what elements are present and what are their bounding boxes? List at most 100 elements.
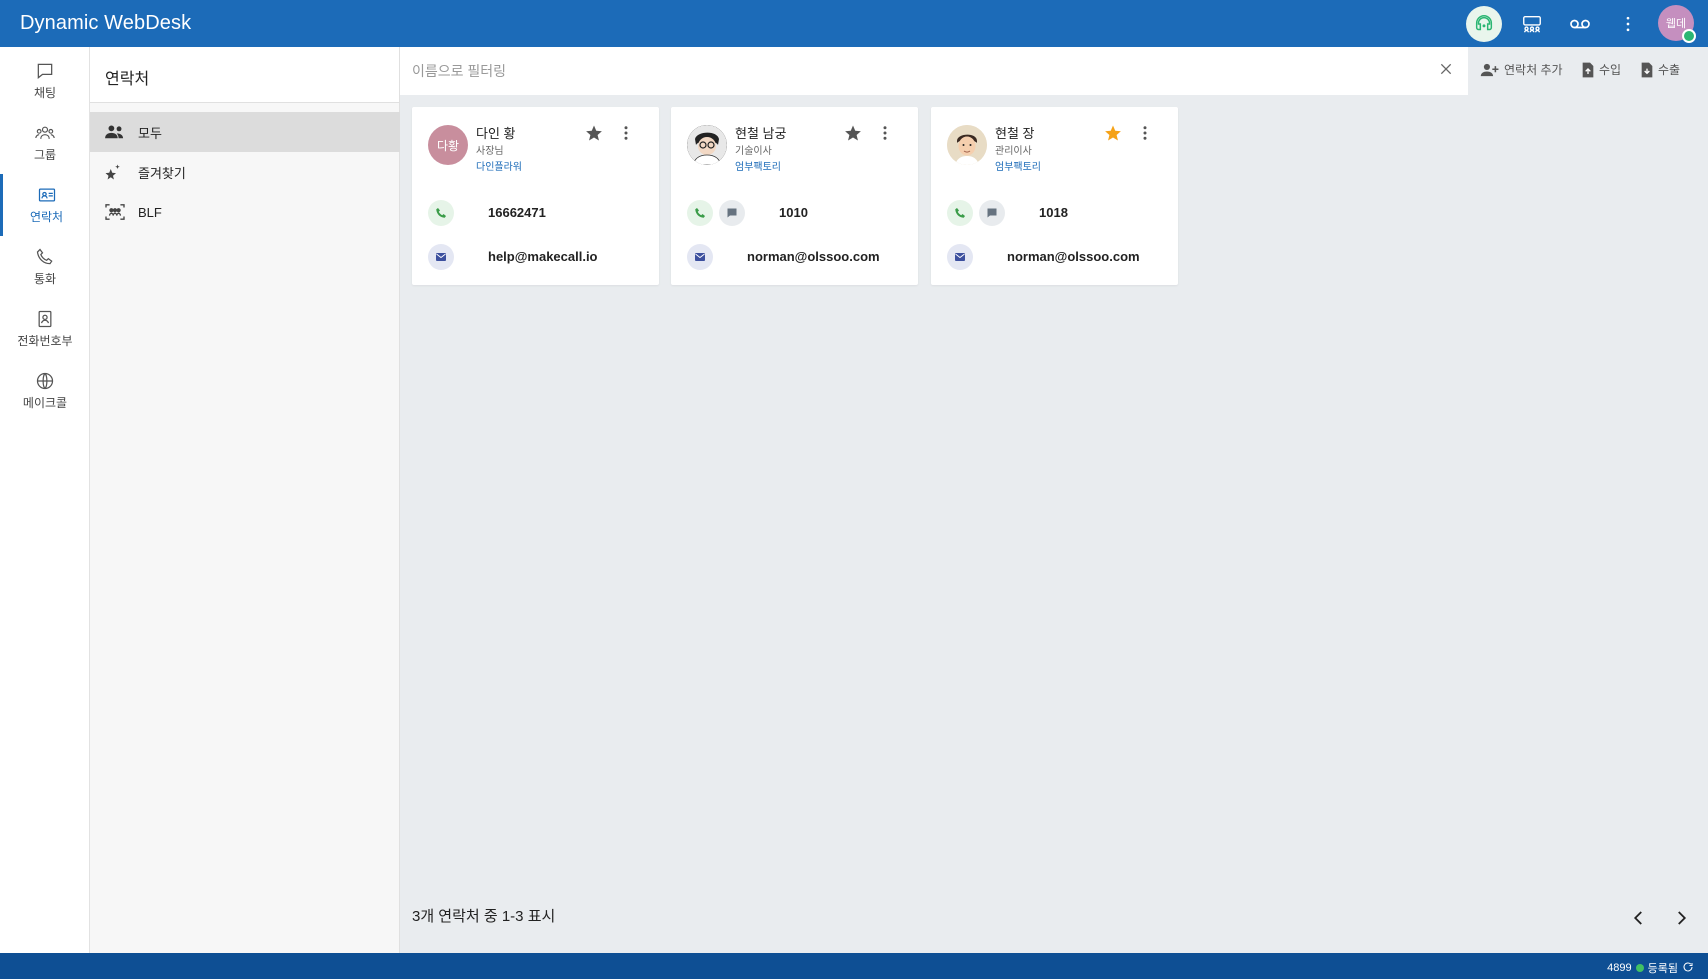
import-label: 수입: [1599, 63, 1622, 77]
star-icon-favorite[interactable]: [1104, 124, 1122, 147]
sidebar-title: 연락처: [90, 47, 399, 103]
mail-icon: [695, 253, 705, 261]
contact-card[interactable]: 현철 장 관리이사 엄부팩토리 1018 norman@olssoo.com: [931, 107, 1178, 285]
contact-card-icon: [38, 188, 55, 202]
file-upload-icon: [1582, 62, 1594, 77]
contact-company[interactable]: 엄부팩토리: [995, 158, 1041, 173]
sidebar-item-all[interactable]: 모두: [90, 112, 400, 152]
email-button[interactable]: [428, 244, 454, 270]
contact-number[interactable]: 1010: [779, 205, 808, 220]
nav-label: 전화번호부: [17, 334, 73, 348]
contact-email[interactable]: help@makecall.io: [488, 249, 598, 264]
online-status-icon: [1682, 29, 1696, 43]
contact-name: 다인 황: [476, 126, 516, 141]
group-grid-icon[interactable]: [1514, 6, 1550, 42]
headset-icon[interactable]: [1466, 6, 1502, 42]
voicemail-icon[interactable]: [1562, 6, 1598, 42]
search-input[interactable]: [412, 59, 1372, 83]
email-button[interactable]: [687, 244, 713, 270]
nav-label: 연락처: [29, 210, 64, 224]
message-button[interactable]: [719, 200, 745, 226]
sidebar-item-label: 즐겨찾기: [138, 165, 186, 181]
add-contact-label: 연락처 추가: [1504, 63, 1563, 77]
avatar: [687, 125, 727, 165]
mail-icon: [436, 253, 446, 261]
star-icon[interactable]: [585, 124, 603, 147]
top-bar: Dynamic WebDesk 웹데: [0, 0, 1708, 47]
more-vert-icon[interactable]: [876, 124, 894, 147]
export-label: 수출: [1658, 63, 1681, 77]
globe-icon: [36, 372, 54, 390]
phonebook-icon: [38, 310, 52, 328]
status-bar: 4899 등록됨: [0, 953, 1708, 979]
extension-number: 4899: [1607, 962, 1632, 974]
contact-title: 기술이사: [735, 146, 772, 157]
user-avatar[interactable]: 웹데: [1658, 5, 1696, 43]
star-sparkle-icon: [90, 163, 130, 181]
nav-item-phonebook[interactable]: 전화번호부: [0, 298, 90, 360]
more-vert-icon[interactable]: [1610, 6, 1646, 42]
message-button[interactable]: [979, 200, 1005, 226]
add-contact-button[interactable]: 연락처 추가: [1480, 61, 1563, 78]
star-icon[interactable]: [844, 124, 862, 147]
more-vert-icon[interactable]: [1136, 124, 1154, 147]
contact-company[interactable]: 다인플라워: [476, 158, 522, 173]
refresh-icon[interactable]: [1682, 961, 1694, 976]
message-icon: [987, 208, 997, 218]
nav-item-makecall[interactable]: 메이크콜: [0, 360, 90, 422]
contact-number[interactable]: 1018: [1039, 205, 1068, 220]
mail-icon: [955, 253, 965, 261]
people-icon: [90, 123, 130, 141]
sidebar-item-label: 모두: [138, 125, 162, 141]
call-button[interactable]: [687, 200, 713, 226]
pagination-summary: 3개 연락처 중 1-3 표시: [412, 908, 556, 925]
contact-title: 사장님: [476, 146, 504, 157]
close-icon[interactable]: [1438, 61, 1454, 82]
chevron-left-icon[interactable]: [1630, 909, 1648, 932]
nav-item-calls[interactable]: 통화: [0, 236, 90, 298]
contact-card[interactable]: 다황 다인 황 사장님 다인플라워 16662471 help@makecall…: [412, 107, 659, 285]
nav-label: 그룹: [33, 148, 57, 162]
contact-number[interactable]: 16662471: [488, 205, 546, 220]
registration-state: 등록됨: [1647, 963, 1678, 975]
chat-icon: [37, 63, 53, 79]
contact-name: 현철 장: [995, 126, 1035, 141]
status-dot-icon: [1635, 964, 1644, 972]
contact-title: 관리이사: [995, 146, 1032, 157]
blf-frame-icon: [90, 203, 130, 221]
registration-status: 4899 등록됨: [1607, 960, 1694, 976]
contacts-main: 연락처 추가 수입 수출 다황 다인 황 사장님 다인플라워 16662471: [400, 47, 1708, 953]
email-button[interactable]: [947, 244, 973, 270]
nav-item-chat[interactable]: 채팅: [0, 50, 90, 112]
nav-item-group[interactable]: 그룹: [0, 112, 90, 174]
sidebar-item-label: BLF: [138, 204, 162, 220]
contact-email[interactable]: norman@olssoo.com: [1007, 249, 1140, 264]
phone-icon: [955, 208, 965, 218]
add-person-icon: [1480, 63, 1499, 76]
call-button[interactable]: [947, 200, 973, 226]
import-button[interactable]: 수입: [1581, 61, 1621, 78]
nav-label: 메이크콜: [22, 396, 68, 410]
group-icon: [35, 126, 55, 139]
more-vert-icon[interactable]: [617, 124, 635, 147]
message-icon: [727, 208, 737, 218]
contacts-sidebar: 연락처 모두 즐겨찾기 BLF: [90, 47, 400, 953]
chevron-right-icon[interactable]: [1672, 909, 1690, 932]
app-title: Dynamic WebDesk: [20, 12, 192, 34]
call-button[interactable]: [428, 200, 454, 226]
phone-icon: [36, 248, 53, 265]
sidebar-item-favorites[interactable]: 즐겨찾기: [90, 152, 400, 192]
contact-email[interactable]: norman@olssoo.com: [747, 249, 880, 264]
avatar: 다황: [428, 125, 468, 165]
contact-company[interactable]: 엄부팩토리: [735, 158, 781, 173]
avatar: [947, 125, 987, 165]
user-avatar-initials: 웹데: [1665, 18, 1687, 30]
contact-card[interactable]: 현철 남궁 기술이사 엄부팩토리 1010 norman@olssoo.com: [671, 107, 918, 285]
nav-item-contacts[interactable]: 연락처: [0, 174, 90, 236]
export-button[interactable]: 수출: [1640, 61, 1680, 78]
nav-label: 통화: [33, 272, 57, 286]
sidebar-item-blf[interactable]: BLF: [90, 192, 400, 232]
avatar-initials: 다황: [436, 138, 460, 153]
phone-icon: [695, 208, 705, 218]
nav-label: 채팅: [33, 86, 57, 100]
